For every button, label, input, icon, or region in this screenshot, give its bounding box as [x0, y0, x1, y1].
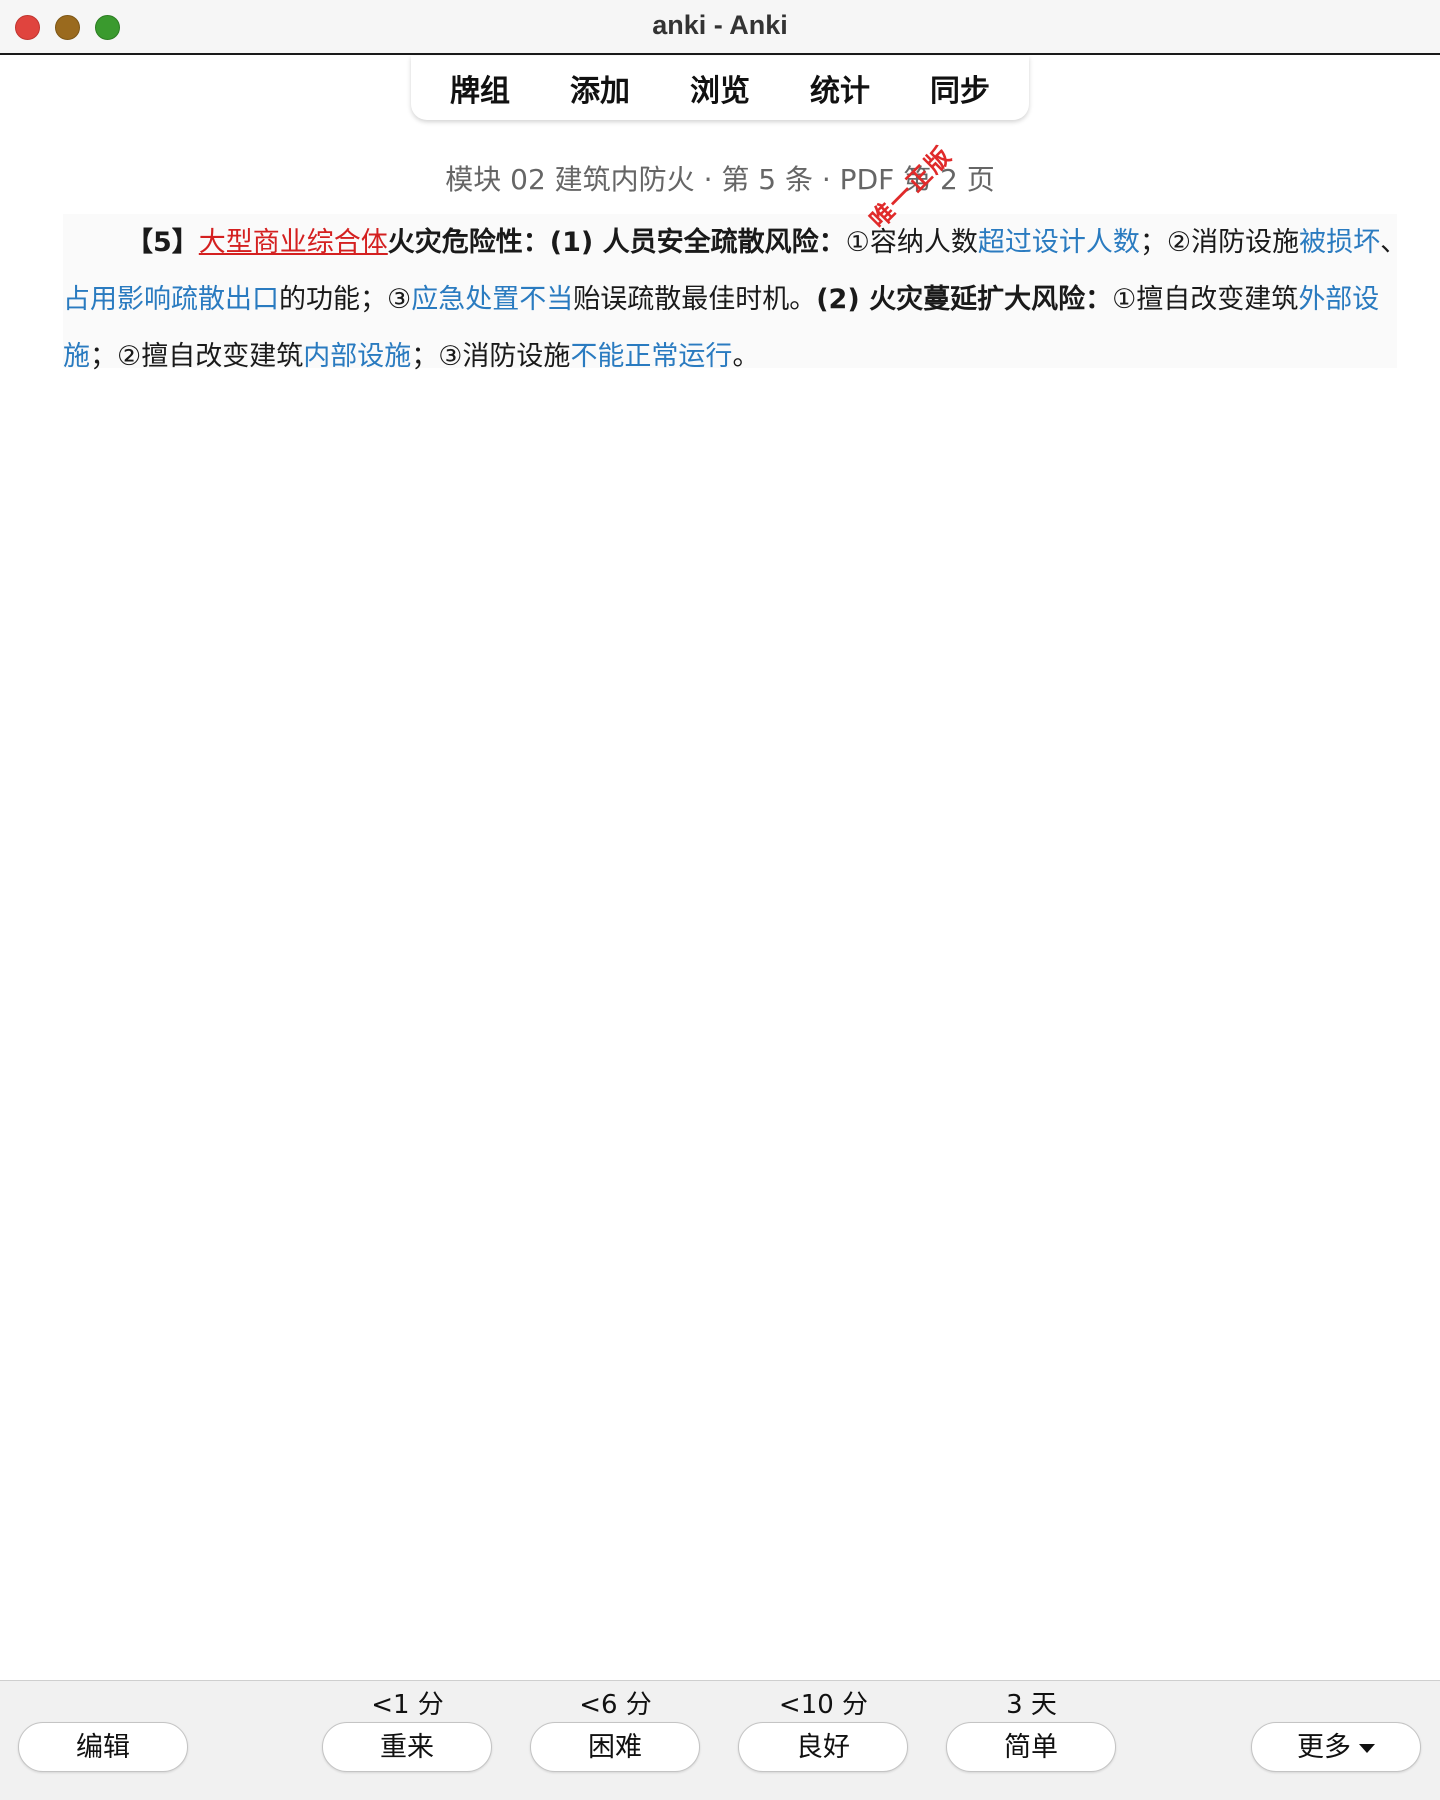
text: ；③消防设施 — [411, 341, 571, 372]
answer-bar — [0, 1680, 1440, 1800]
blue-keyword: 超过设计人数 — [977, 227, 1140, 258]
more-label: 更多 — [1297, 1732, 1351, 1763]
interval-good: <10 分 — [778, 1690, 869, 1720]
menu-stats[interactable]: 统计 — [780, 66, 900, 110]
text: 贻误疏散最佳时机。 — [573, 284, 817, 315]
interval-again: <1 分 — [371, 1690, 444, 1720]
menu-add[interactable]: 添加 — [540, 66, 660, 110]
content-line-3: 施；②擅自改变建筑内部设施；③消防设施不能正常运行。 — [63, 328, 799, 385]
section-title: (2) 火灾蔓延扩大风险： — [816, 284, 1113, 315]
more-button[interactable]: 更多 — [1251, 1722, 1421, 1772]
title-bar: anki - Anki — [0, 0, 1440, 55]
text: 的功能；③ — [279, 284, 412, 315]
again-button[interactable]: 重来 — [322, 1722, 492, 1772]
blue-keyword: 施 — [63, 341, 90, 372]
item-number: 【5】 — [126, 227, 199, 258]
content-line-1: 【5】大型商业综合体火灾危险性：(1) 人员安全疏散风险：①容纳人数超过设计人数… — [63, 214, 1407, 271]
text: ①擅自改变建筑 — [1112, 284, 1299, 315]
top-menu: 牌组 添加 浏览 统计 同步 — [411, 56, 1029, 120]
blue-keyword: 占用影响疏散出口 — [63, 284, 279, 315]
text: ；②消防设施 — [1139, 227, 1300, 258]
hard-button[interactable]: 困难 — [530, 1722, 700, 1772]
card-header: 模块 02 建筑内防火 · 第 5 条 · PDF 第 2 页 — [445, 163, 995, 196]
blue-keyword: 被损坏 — [1299, 227, 1381, 258]
highlight-keyword: 大型商业综合体 — [198, 227, 388, 258]
interval-hard: <6 分 — [579, 1690, 652, 1720]
menu-browse[interactable]: 浏览 — [660, 66, 780, 110]
blue-keyword: 外部设 — [1298, 284, 1380, 315]
window-title: anki - Anki — [652, 10, 788, 40]
blue-keyword: 不能正常运行 — [570, 341, 733, 372]
chevron-down-icon — [1359, 1744, 1375, 1753]
menu-decks[interactable]: 牌组 — [420, 66, 540, 110]
text: ①容纳人数 — [845, 227, 978, 258]
edit-button[interactable]: 编辑 — [18, 1722, 188, 1772]
section-title: 火灾危险性：(1) 人员安全疏散风险： — [387, 227, 846, 258]
text: 、 — [1380, 227, 1408, 258]
text: ；②擅自改变建筑 — [90, 341, 304, 372]
content-line-2: 占用影响疏散出口的功能；③应急处置不当贻误疏散最佳时机。(2) 火灾蔓延扩大风险… — [63, 271, 1397, 328]
good-button[interactable]: 良好 — [738, 1722, 908, 1772]
interval-easy: 3 天 — [1006, 1690, 1057, 1720]
easy-button[interactable]: 简单 — [946, 1722, 1116, 1772]
text: 。 — [732, 341, 760, 372]
card-content-image: 【5】大型商业综合体火灾危险性：(1) 人员安全疏散风险：①容纳人数超过设计人数… — [63, 214, 1407, 372]
blue-keyword: 内部设施 — [303, 341, 412, 372]
blue-keyword: 应急处置不当 — [411, 284, 574, 315]
menu-sync[interactable]: 同步 — [900, 66, 1020, 110]
